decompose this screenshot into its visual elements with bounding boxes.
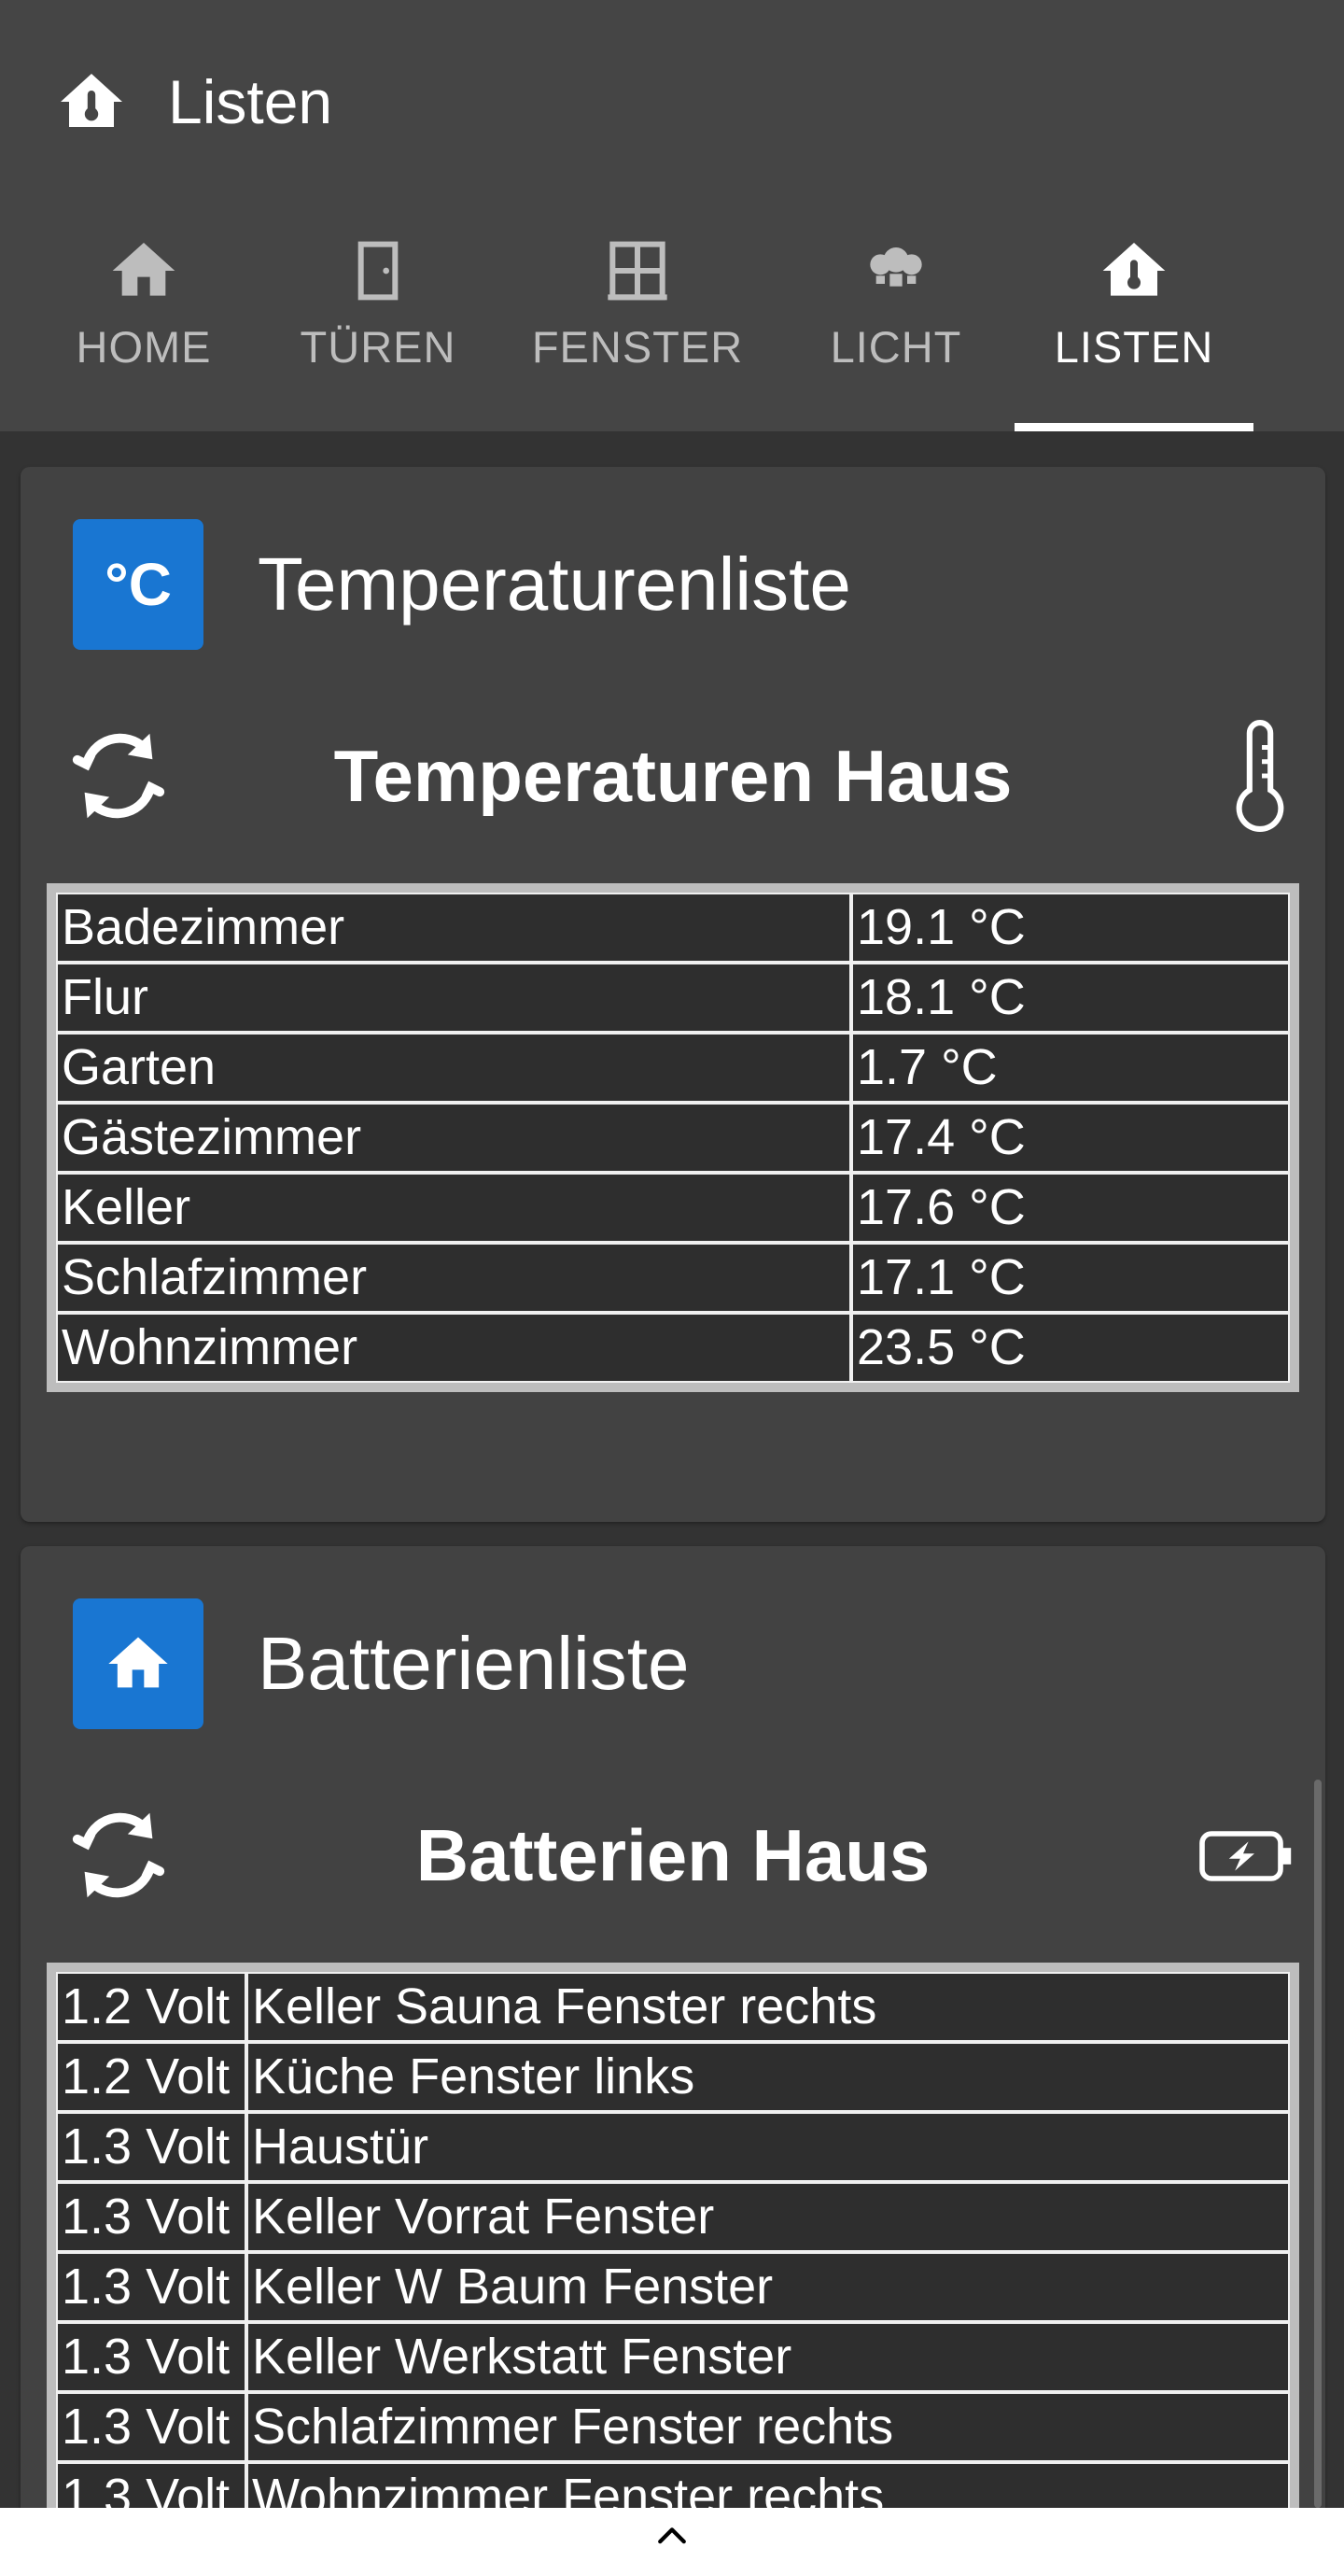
- table-row: Badezimmer 19.1 °C: [56, 893, 1290, 963]
- temperature-table-body: Badezimmer 19.1 °C Flur 18.1 °C Garten 1.7 °C…: [56, 893, 1290, 1383]
- table-row: 1.2 Volt Küche Fenster links: [56, 2042, 1290, 2112]
- home-icon: [73, 1598, 203, 1729]
- table-row: 1.3 Volt Haustür: [56, 2112, 1290, 2182]
- table-cell-voltage: 1.3 Volt: [56, 2112, 246, 2182]
- table-row: 1.3 Volt Keller Vorrat Fenster: [56, 2182, 1290, 2252]
- window-icon: [608, 241, 667, 301]
- temperature-subtitle: Temperaturen Haus: [333, 735, 1013, 817]
- battery-subheader: Batterien Haus: [45, 1795, 1301, 1916]
- header-title-row: Listen: [58, 60, 332, 144]
- home-thermometer-icon: [1102, 243, 1166, 296]
- home-icon: [108, 1637, 168, 1688]
- table-row: 1.2 Volt Keller Sauna Fenster rechts: [56, 1972, 1290, 2042]
- table-row: Garten 1.7 °C: [56, 1033, 1290, 1103]
- tab-bar: HOME TÜREN FENSTER LICHT LISTEN: [0, 233, 1344, 431]
- table-row: Wohnzimmer 23.5 °C: [56, 1313, 1290, 1383]
- temperature-table: Badezimmer 19.1 °C Flur 18.1 °C Garten 1.7 °C…: [47, 883, 1299, 1392]
- table-cell-room: Badezimmer: [56, 893, 851, 963]
- table-row: Keller 17.6 °C: [56, 1173, 1290, 1243]
- table-cell-room: Garten: [56, 1033, 851, 1103]
- active-tab-indicator: [1015, 423, 1253, 431]
- tab-listen[interactable]: LISTEN: [1015, 233, 1253, 431]
- battery-table: 1.2 Volt Keller Sauna Fenster rechts 1.2 V…: [47, 1963, 1299, 2541]
- table-cell-device: Keller Werkstatt Fenster: [246, 2322, 1290, 2392]
- table-cell-room: Wohnzimmer: [56, 1313, 851, 1383]
- door-icon: [357, 241, 399, 301]
- temperature-card-title: Temperaturenliste: [258, 542, 851, 626]
- tab-listen-label: LISTEN: [1054, 322, 1214, 372]
- table-cell-value: 19.1 °C: [851, 893, 1290, 963]
- app-header: Listen HOME TÜREN FENSTER LICHT LISTEN: [0, 0, 1344, 431]
- tab-tueren-label: TÜREN: [300, 322, 456, 372]
- tab-fenster[interactable]: FENSTER: [532, 233, 743, 431]
- celsius-icon: °C: [73, 519, 203, 650]
- table-cell-value: 1.7 °C: [851, 1033, 1290, 1103]
- table-cell-device: Keller W Baum Fenster: [246, 2252, 1290, 2322]
- battery-subtitle: Batterien Haus: [415, 1814, 931, 1896]
- home-icon: [112, 243, 175, 296]
- chevron-up-icon[interactable]: [656, 2525, 688, 2545]
- bottom-gesture-bar: [0, 2508, 1344, 2576]
- scrollbar[interactable]: [1314, 1780, 1322, 2508]
- table-cell-value: 17.1 °C: [851, 1243, 1290, 1313]
- battery-card-header: Batterienliste: [73, 1598, 689, 1729]
- temperature-card-header: °C Temperaturenliste: [73, 519, 851, 650]
- lightbulb-group-icon: [870, 247, 922, 287]
- table-cell-value: 23.5 °C: [851, 1313, 1290, 1383]
- table-cell-value: 17.4 °C: [851, 1103, 1290, 1173]
- table-cell-device: Keller Sauna Fenster rechts: [246, 1972, 1290, 2042]
- table-cell-room: Flur: [56, 963, 851, 1033]
- table-cell-room: Gästezimmer: [56, 1103, 851, 1173]
- table-row: Flur 18.1 °C: [56, 963, 1290, 1033]
- table-row: 1.3 Volt Keller W Baum Fenster: [56, 2252, 1290, 2322]
- table-cell-device: Keller Vorrat Fenster: [246, 2182, 1290, 2252]
- tab-home[interactable]: HOME: [69, 233, 218, 431]
- table-cell-voltage: 1.3 Volt: [56, 2392, 246, 2462]
- battery-charging-icon: [1199, 1831, 1292, 1881]
- tab-tueren[interactable]: TÜREN: [299, 233, 457, 431]
- table-cell-value: 17.6 °C: [851, 1173, 1290, 1243]
- table-cell-voltage: 1.3 Volt: [56, 2182, 246, 2252]
- home-thermometer-icon[interactable]: [58, 68, 125, 135]
- tab-fenster-label: FENSTER: [531, 322, 744, 372]
- temperature-subheader: Temperaturen Haus: [45, 715, 1301, 837]
- table-cell-voltage: 1.3 Volt: [56, 2252, 246, 2322]
- table-row: 1.3 Volt Schlafzimmer Fenster rechts: [56, 2392, 1290, 2462]
- battery-card: Batterienliste Batterien Haus 1.2 Volt Ke…: [21, 1546, 1325, 2576]
- tab-home-label: HOME: [76, 322, 212, 372]
- table-row: Schlafzimmer 17.1 °C: [56, 1243, 1290, 1313]
- thermometer-icon: [1236, 720, 1284, 833]
- app-root: Listen HOME TÜREN FENSTER LICHT LISTEN °…: [0, 0, 1344, 2576]
- table-cell-voltage: 1.3 Volt: [56, 2322, 246, 2392]
- battery-table-body: 1.2 Volt Keller Sauna Fenster rechts 1.2 V…: [56, 1972, 1290, 2532]
- table-cell-device: Haustür: [246, 2112, 1290, 2182]
- table-cell-device: Küche Fenster links: [246, 2042, 1290, 2112]
- table-cell-room: Schlafzimmer: [56, 1243, 851, 1313]
- table-cell-voltage: 1.2 Volt: [56, 2042, 246, 2112]
- table-row: Gästezimmer 17.4 °C: [56, 1103, 1290, 1173]
- page-title: Listen: [168, 67, 333, 136]
- tab-licht[interactable]: LICHT: [821, 233, 971, 431]
- table-row: 1.3 Volt Keller Werkstatt Fenster: [56, 2322, 1290, 2392]
- table-cell-voltage: 1.2 Volt: [56, 1972, 246, 2042]
- tab-licht-label: LICHT: [830, 322, 962, 372]
- table-cell-device: Schlafzimmer Fenster rechts: [246, 2392, 1290, 2462]
- temperature-card: °C Temperaturenliste Temperaturen Haus B…: [21, 467, 1325, 1522]
- table-cell-room: Keller: [56, 1173, 851, 1243]
- battery-card-title: Batterienliste: [258, 1622, 690, 1705]
- table-cell-value: 18.1 °C: [851, 963, 1290, 1033]
